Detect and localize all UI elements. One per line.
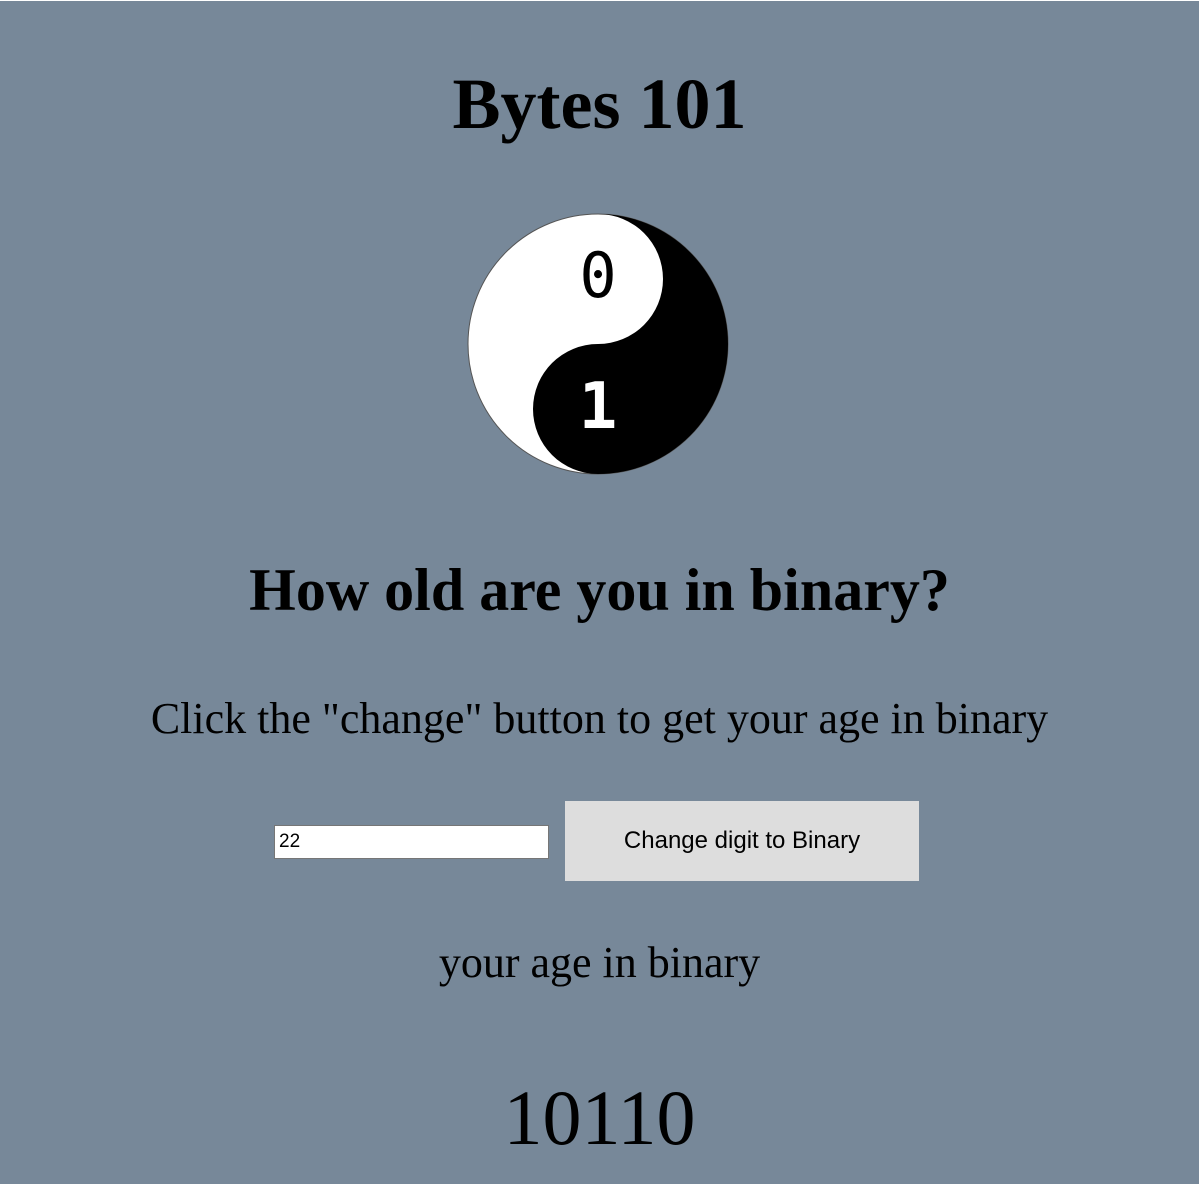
age-input[interactable]	[274, 825, 549, 859]
page: Bytes 101 0 1 How old are you in binary?…	[0, 0, 1199, 1184]
logo-digit-one: 1	[579, 370, 618, 444]
binary-result: 10110	[503, 1074, 696, 1161]
instruction-text: Click the "change" button to get your ag…	[150, 694, 1049, 743]
yin-yang-binary-icon: 0 1	[467, 213, 729, 475]
page-title: Bytes 101	[452, 64, 747, 144]
change-to-binary-button[interactable]: Change digit to Binary	[565, 801, 919, 881]
question-heading: How old are you in binary?	[249, 557, 950, 623]
logo-digit-zero: 0	[579, 239, 616, 312]
result-label: your age in binary	[438, 938, 761, 987]
